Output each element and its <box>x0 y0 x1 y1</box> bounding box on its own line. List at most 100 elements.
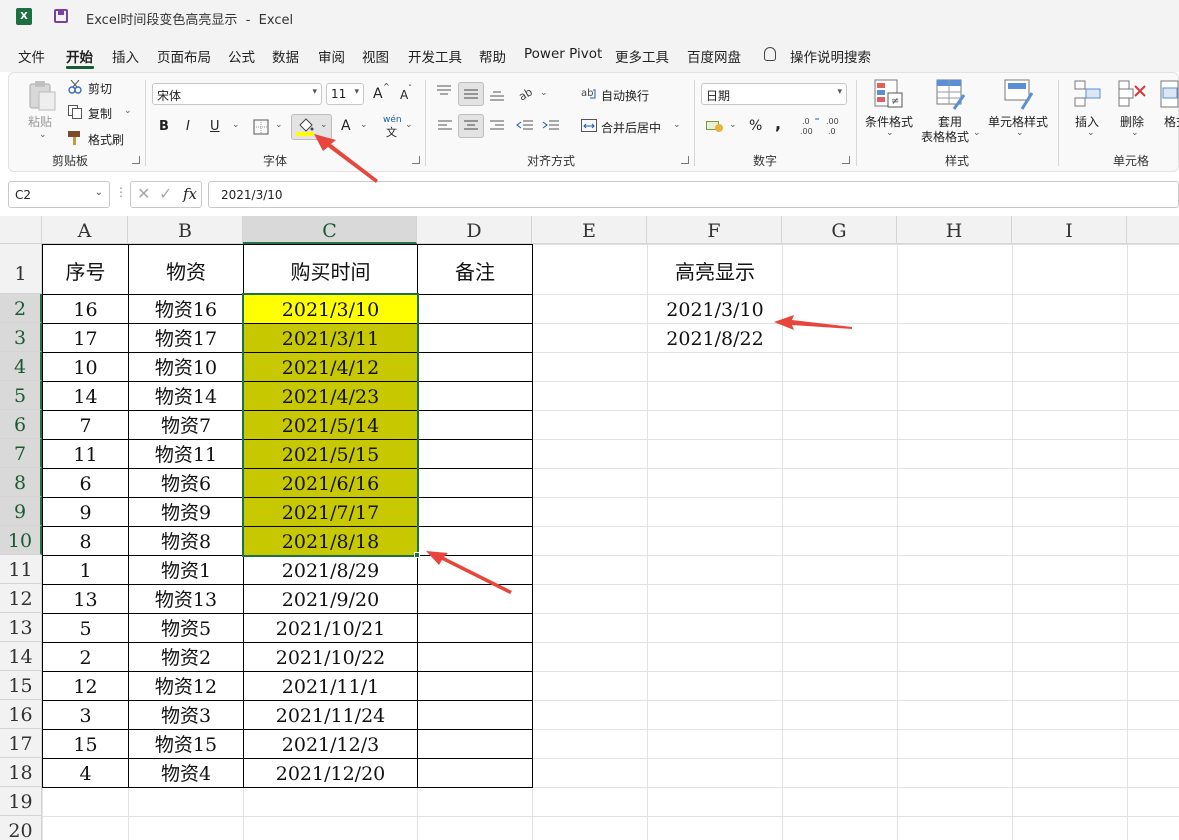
table-cell[interactable]: 11 <box>43 440 128 468</box>
cancel-formula-icon[interactable]: ✕ <box>137 184 150 203</box>
table-cell[interactable]: 物资14 <box>129 382 243 410</box>
table-header-cell[interactable]: 备注 <box>418 245 532 294</box>
align-bottom-icon[interactable] <box>489 87 505 101</box>
table-cell[interactable]: 2021/12/20 <box>244 759 417 787</box>
table-cell[interactable]: 7 <box>43 411 128 439</box>
row-header-8[interactable]: 8 <box>0 468 42 497</box>
row-header-4[interactable]: 4 <box>0 352 42 381</box>
table-cell[interactable]: 9 <box>43 498 128 526</box>
spreadsheet-grid[interactable]: A B C D E F G H I 1 2 3 4 5 6 7 8 9 10 11 12 13 14 15 16 17 18 19 20… <box>0 216 1179 840</box>
table-cell[interactable]: 物资9 <box>129 498 243 526</box>
table-cell[interactable]: 物资4 <box>129 759 243 787</box>
table-cell[interactable]: 物资2 <box>129 643 243 671</box>
table-cell[interactable]: 物资13 <box>129 585 243 613</box>
table-cell[interactable]: 12 <box>43 672 128 700</box>
table-cell[interactable]: 6 <box>43 469 128 497</box>
format-as-table-button-line2[interactable]: 表格格式 <box>921 128 969 145</box>
table-cell[interactable]: 3 <box>43 701 128 729</box>
table-cell[interactable]: 8 <box>43 527 128 555</box>
number-launcher-icon[interactable] <box>842 156 850 164</box>
increase-decimal-icon[interactable]: .0.00 <box>800 116 820 136</box>
row-header-16[interactable]: 16 <box>0 700 42 729</box>
table-cell[interactable]: 2021/10/21 <box>244 614 417 642</box>
menu-more-tools[interactable]: 更多工具 <box>615 46 669 66</box>
highlight-title-cell[interactable]: 高亮显示 <box>648 245 782 294</box>
align-top-icon[interactable] <box>436 85 452 99</box>
menu-help[interactable]: 帮助 <box>479 46 506 66</box>
table-cell[interactable]: 物资7 <box>129 411 243 439</box>
table-cell[interactable]: 2021/4/23 <box>244 382 417 410</box>
row-header-19[interactable]: 19 <box>0 787 42 816</box>
table-header-cell[interactable]: 购买时间 <box>244 245 417 294</box>
row-header-11[interactable]: 11 <box>0 555 42 584</box>
table-cell[interactable]: 2021/12/3 <box>244 730 417 758</box>
remarks-cell[interactable] <box>418 498 532 526</box>
table-cell[interactable]: 5 <box>43 614 128 642</box>
merge-center-button[interactable]: 合并后居中 <box>601 119 661 136</box>
align-left-icon[interactable] <box>437 119 453 133</box>
table-cell[interactable]: 物资8 <box>129 527 243 555</box>
table-cell[interactable]: 物资5 <box>129 614 243 642</box>
row-header-20[interactable]: 20 <box>0 816 42 840</box>
column-header-d[interactable]: D <box>417 216 532 244</box>
save-icon[interactable] <box>54 9 68 23</box>
remarks-cell[interactable] <box>418 759 532 787</box>
row-header-17[interactable]: 17 <box>0 729 42 758</box>
italic-button[interactable]: I <box>186 119 190 134</box>
column-header-a[interactable]: A <box>42 216 128 244</box>
menu-review[interactable]: 审阅 <box>318 46 345 66</box>
cut-button[interactable]: 剪切 <box>88 80 112 97</box>
table-cell[interactable]: 2021/7/17 <box>244 498 417 526</box>
table-cell[interactable]: 2 <box>43 643 128 671</box>
grow-font-button[interactable]: A <box>373 86 383 102</box>
menu-insert[interactable]: 插入 <box>112 46 139 66</box>
remarks-cell[interactable] <box>418 324 532 352</box>
column-header-c[interactable]: C <box>243 216 417 244</box>
remarks-cell[interactable] <box>418 295 532 323</box>
column-header-i[interactable]: I <box>1012 216 1127 244</box>
table-cell[interactable]: 13 <box>43 585 128 613</box>
table-cell[interactable]: 2021/11/1 <box>244 672 417 700</box>
comma-button[interactable]: , <box>775 114 781 133</box>
remarks-cell[interactable] <box>418 382 532 410</box>
clipboard-launcher-icon[interactable] <box>132 156 140 164</box>
font-launcher-icon[interactable] <box>412 156 420 164</box>
table-cell[interactable]: 2021/10/22 <box>244 643 417 671</box>
remarks-cell[interactable] <box>418 440 532 468</box>
table-cell[interactable]: 物资16 <box>129 295 243 323</box>
table-cell[interactable]: 16 <box>43 295 128 323</box>
table-cell[interactable]: 物资10 <box>129 353 243 381</box>
row-header-14[interactable]: 14 <box>0 642 42 671</box>
menu-page-layout[interactable]: 页面布局 <box>157 46 211 66</box>
menu-formulas[interactable]: 公式 <box>228 46 255 66</box>
table-cell[interactable]: 1 <box>43 556 128 584</box>
remarks-cell[interactable] <box>418 614 532 642</box>
row-header-6[interactable]: 6 <box>0 410 42 439</box>
column-header-h[interactable]: H <box>897 216 1012 244</box>
copy-button[interactable]: 复制 <box>88 105 112 122</box>
highlight-start-cell[interactable]: 2021/3/10 <box>648 295 782 323</box>
table-cell[interactable]: 2021/11/24 <box>244 701 417 729</box>
row-header-12[interactable]: 12 <box>0 584 42 613</box>
menu-file[interactable]: 文件 <box>18 46 45 66</box>
menu-developer[interactable]: 开发工具 <box>408 46 462 66</box>
format-painter-button[interactable]: 格式刷 <box>88 131 124 148</box>
underline-button[interactable]: U <box>210 119 220 134</box>
row-header-7[interactable]: 7 <box>0 439 42 468</box>
menu-baidu-netdisk[interactable]: 百度网盘 <box>687 46 741 66</box>
row-header-13[interactable]: 13 <box>0 613 42 642</box>
row-header-18[interactable]: 18 <box>0 758 42 787</box>
shrink-font-button[interactable]: A <box>400 88 408 102</box>
column-header-e[interactable]: E <box>532 216 647 244</box>
orientation-icon[interactable]: ab <box>517 85 535 101</box>
row-header-9[interactable]: 9 <box>0 497 42 526</box>
table-header-cell[interactable]: 序号 <box>43 245 128 294</box>
menu-view[interactable]: 视图 <box>362 46 389 66</box>
font-name-select[interactable]: 宋体 ▾ <box>152 83 322 105</box>
borders-icon[interactable] <box>253 119 269 135</box>
table-cell[interactable]: 物资15 <box>129 730 243 758</box>
remarks-cell[interactable] <box>418 643 532 671</box>
table-cell[interactable]: 物资17 <box>129 324 243 352</box>
table-cell[interactable]: 17 <box>43 324 128 352</box>
table-cell[interactable]: 2021/3/11 <box>244 324 417 352</box>
